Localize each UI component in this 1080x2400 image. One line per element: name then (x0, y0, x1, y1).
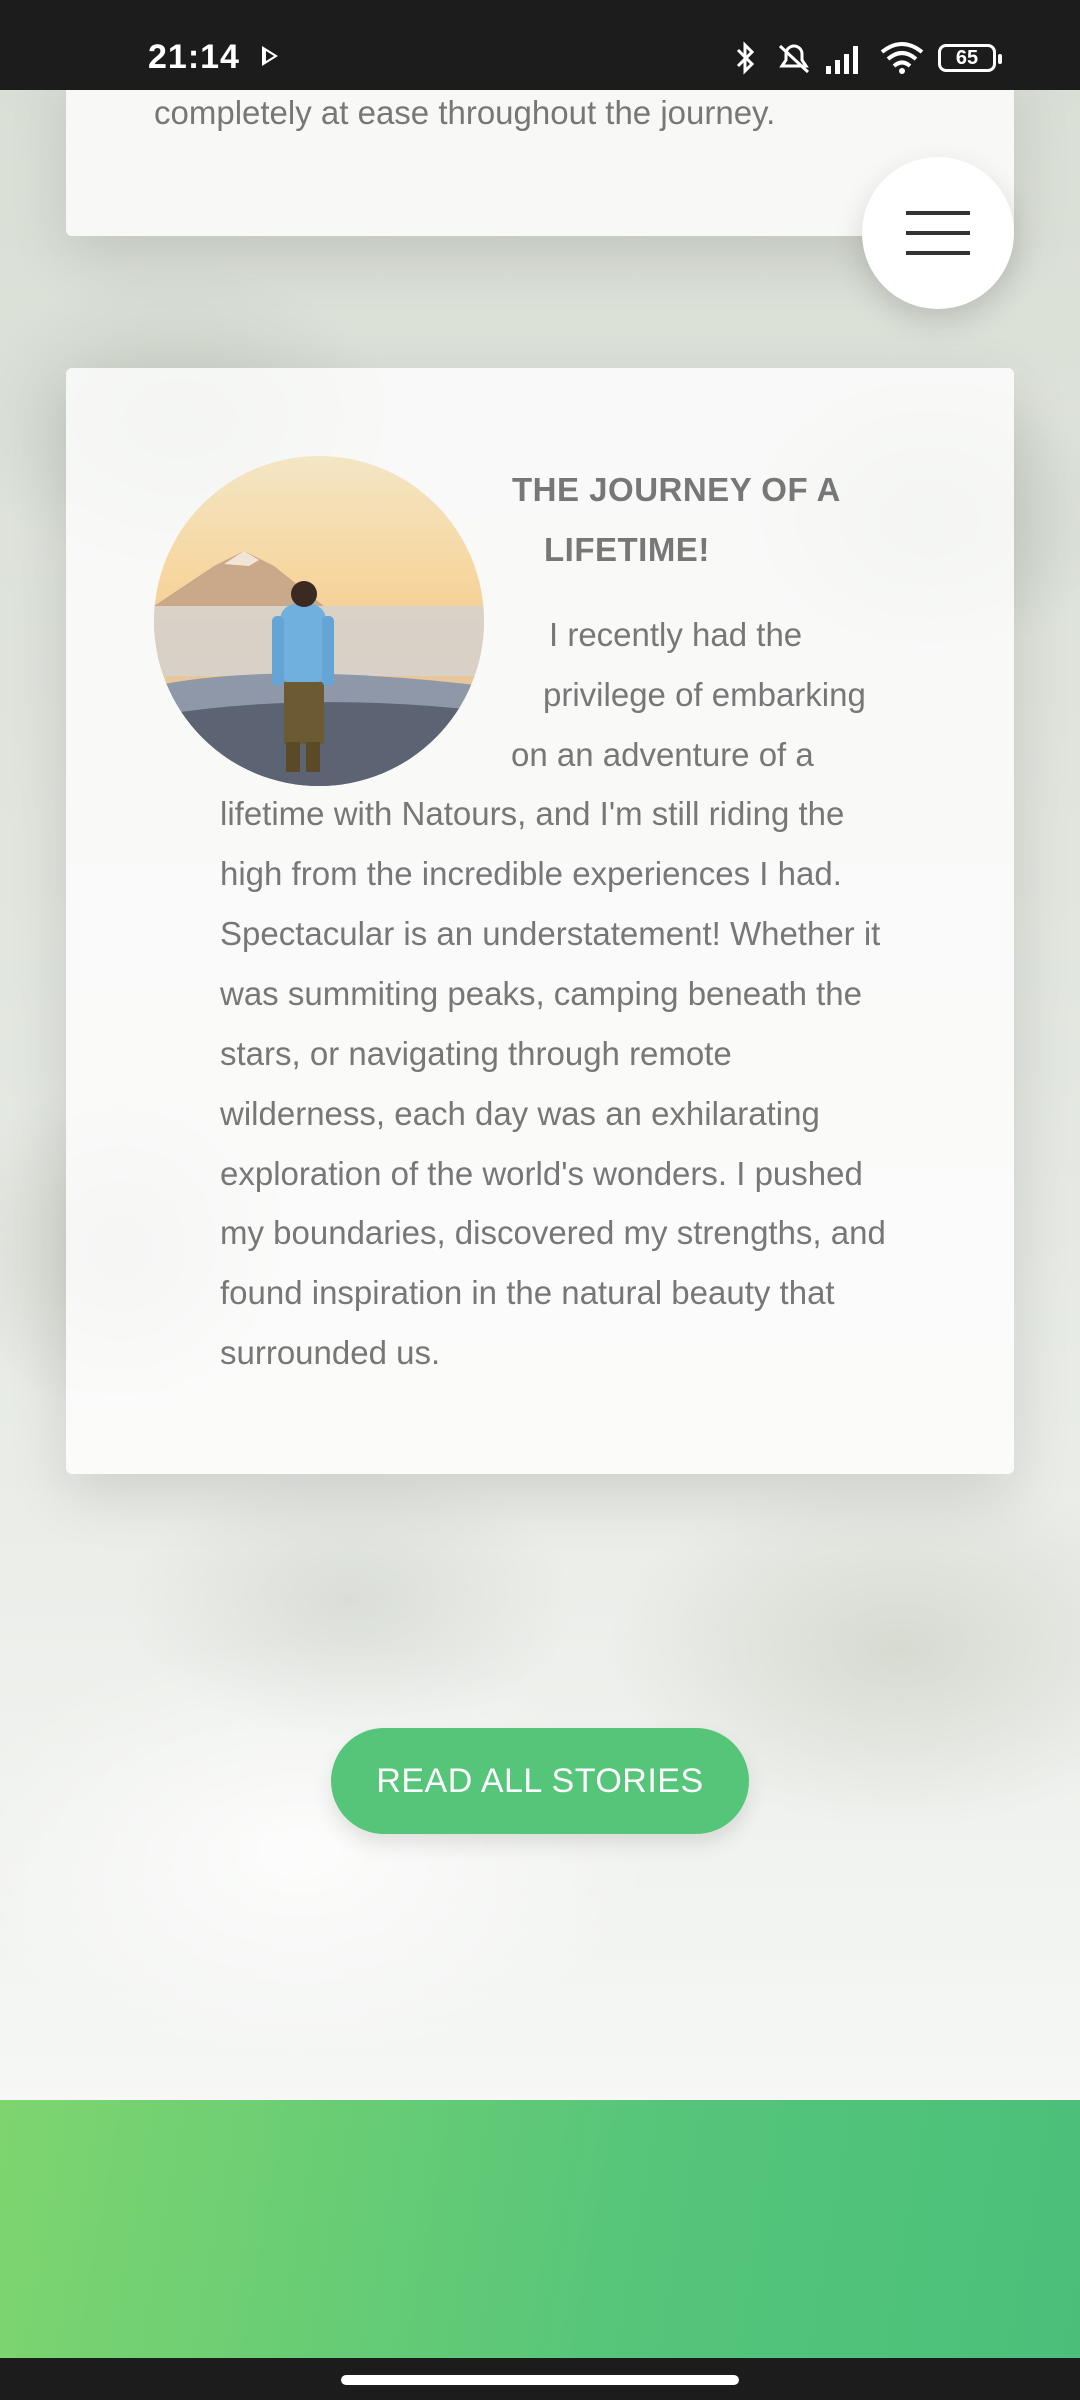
story-line: Spectacular is an understatement! Whethe… (220, 915, 881, 952)
battery-icon: 65 (938, 44, 1002, 72)
story-line: exploration of the world's wonders. I pu… (220, 1155, 863, 1192)
story-image (154, 456, 484, 786)
previous-story-text: completely at ease throughout the journe… (154, 94, 776, 131)
hamburger-line (906, 231, 970, 235)
story-heading-line-2: LIFETIME! (544, 531, 710, 568)
story-line: found inspiration in the natural beauty … (220, 1274, 835, 1311)
wifi-icon (880, 42, 924, 74)
story-heading-line-1: THE JOURNEY OF A (512, 471, 841, 508)
signal-icon (826, 46, 858, 74)
story-line: I recently had the (549, 616, 803, 653)
story-line: was summiting peaks, camping beneath the (220, 975, 863, 1012)
story-line: stars, or navigating through remote (220, 1035, 732, 1072)
hamburger-menu-icon (906, 211, 970, 215)
story-line: wilderness, each day was an exhilarating (220, 1095, 820, 1132)
story-line: high from the incredible experiences I h… (220, 855, 842, 892)
story-line: privilege of embarking (543, 676, 866, 713)
bluetooth-icon (736, 41, 755, 75)
play-icon (262, 46, 278, 66)
story-heading: THE JOURNEY OF A LIFETIME! (512, 460, 841, 580)
status-bar: 21:14 65 (0, 0, 1080, 90)
footer-section (0, 2100, 1080, 2358)
alarm-off-icon (778, 44, 810, 74)
navigation-bar (0, 2358, 1080, 2400)
hamburger-line (906, 251, 970, 255)
home-gesture-handle[interactable] (341, 2375, 739, 2385)
read-all-stories-button[interactable]: READ ALL STORIES (331, 1728, 749, 1834)
status-time: 21:14 (148, 38, 240, 76)
hamburger-menu-button[interactable] (862, 157, 1014, 309)
story-line: surrounded us. (220, 1334, 441, 1371)
story-line: on an adventure of a (511, 736, 814, 773)
story-line: my boundaries, discovered my strengths, … (220, 1214, 886, 1251)
hiker-mountain-sunrise-photo (154, 456, 484, 786)
story-line: lifetime with Natours, and I'm still rid… (220, 795, 845, 832)
